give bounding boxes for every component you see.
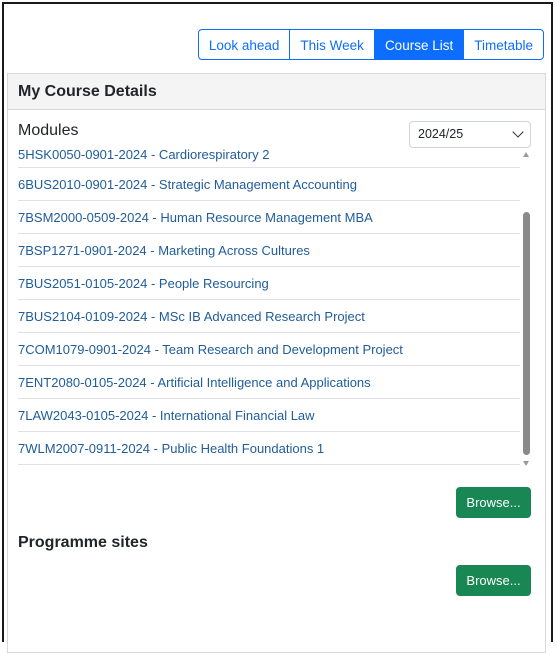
view-tabs: Look ahead This Week Course List Timetab… <box>197 29 544 60</box>
module-link[interactable]: 7BUS2051-0105-2024 - People Resourcing <box>18 267 520 300</box>
module-link[interactable]: 7BSP1271-0901-2024 - Marketing Across Cu… <box>18 234 520 267</box>
scroll-down-arrow-icon[interactable] <box>523 461 529 466</box>
chevron-down-icon <box>512 126 524 138</box>
module-link[interactable]: 7WLM2007-0911-2024 - Public Health Found… <box>18 432 520 465</box>
modules-heading: Modules <box>18 122 79 139</box>
course-details-card: My Course Details Modules 2024/25 5HSK00… <box>7 73 546 653</box>
module-link[interactable]: 7ENT2080-0105-2024 - Artificial Intellig… <box>18 366 520 399</box>
module-link[interactable]: 7BSM2000-0509-2024 - Human Resource Mana… <box>18 201 520 234</box>
scrollbar-thumb[interactable] <box>523 212 530 455</box>
modules-list[interactable]: 5HSK0050-0901-2024 - Cardiorespiratory 2… <box>18 148 520 468</box>
scroll-up-arrow-icon[interactable] <box>523 152 529 157</box>
module-link[interactable]: 7BUS2104-0109-2024 - MSc IB Advanced Res… <box>18 300 520 333</box>
tab-this-week[interactable]: This Week <box>289 29 375 60</box>
tab-course-list[interactable]: Course List <box>373 29 465 60</box>
browse-modules-button[interactable]: Browse... <box>456 487 531 518</box>
module-link[interactable]: 6BUS2010-0901-2024 - Strategic Managemen… <box>18 168 520 201</box>
module-link[interactable]: 5HSK0050-0901-2024 - Cardiorespiratory 2 <box>18 148 520 168</box>
module-link[interactable]: 7LAW2043-0105-2024 - International Finan… <box>18 399 520 432</box>
module-link[interactable]: 7COM1079-0901-2024 - Team Research and D… <box>18 333 520 366</box>
year-select-value: 2024/25 <box>418 127 464 141</box>
tab-timetable[interactable]: Timetable <box>463 29 544 60</box>
card-title: My Course Details <box>8 74 545 110</box>
tab-look-ahead[interactable]: Look ahead <box>197 29 291 60</box>
modules-scrollbar[interactable] <box>520 148 534 470</box>
programme-sites-heading: Programme sites <box>18 534 148 551</box>
year-select[interactable]: 2024/25 <box>409 121 531 148</box>
browse-programme-button[interactable]: Browse... <box>456 565 531 596</box>
